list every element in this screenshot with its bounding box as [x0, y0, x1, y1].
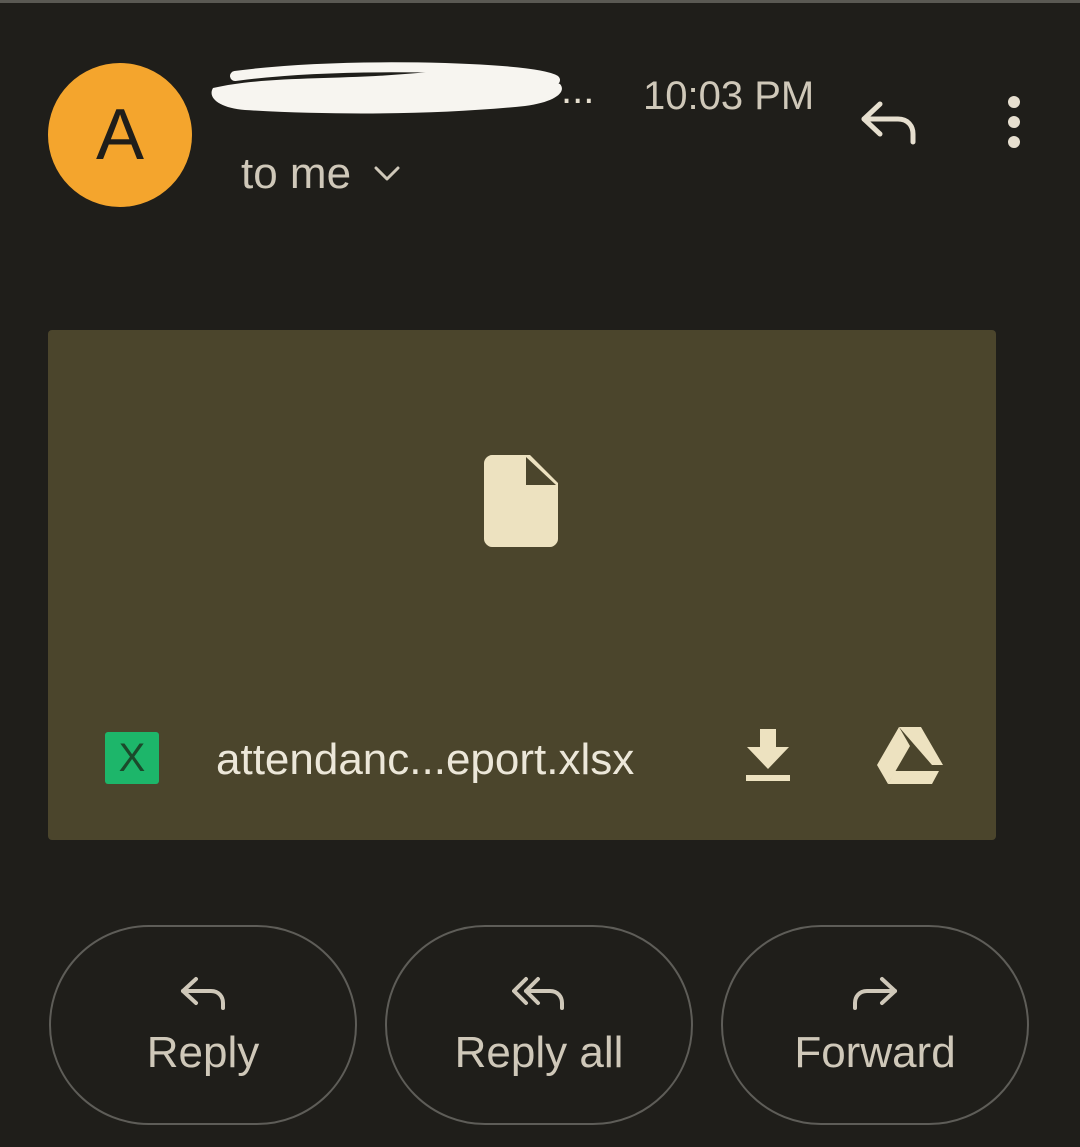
reply-all-label: Reply all: [454, 1028, 624, 1077]
more-options-button[interactable]: [990, 95, 1038, 153]
reply-icon: [179, 971, 227, 1015]
reply-label: Reply: [146, 1028, 260, 1077]
sender-avatar[interactable]: A: [48, 63, 192, 207]
more-vert-icon: [1004, 95, 1024, 153]
forward-button[interactable]: Forward: [721, 925, 1029, 1125]
google-drive-icon: [877, 726, 943, 790]
attachment-card[interactable]: X attendanc...eport.xlsx: [48, 330, 996, 840]
reply-all-button[interactable]: Reply all: [385, 925, 693, 1125]
reply-button[interactable]: Reply: [49, 925, 357, 1125]
forward-icon: [851, 971, 899, 1015]
sender-ellipsis: ...: [561, 68, 595, 112]
reply-all-icon: [512, 971, 566, 1015]
redaction-mark: [211, 62, 562, 114]
attachment-file-name: attendanc...eport.xlsx: [216, 735, 635, 784]
recipient-label: to me: [241, 149, 352, 198]
avatar-letter: A: [95, 95, 145, 175]
sender-name[interactable]: ...: [205, 62, 605, 120]
recipient-details-toggle[interactable]: to me: [241, 148, 401, 200]
reply-arrow-icon: [858, 98, 918, 151]
email-timestamp: 10:03 PM: [643, 74, 815, 118]
save-to-drive-button[interactable]: [874, 726, 946, 790]
download-icon: [745, 728, 791, 788]
spreadsheet-file-icon: X: [105, 732, 159, 784]
header-reply-button[interactable]: [856, 96, 920, 152]
chevron-down-icon: [373, 165, 401, 183]
file-icon: [484, 455, 558, 552]
top-divider: [0, 0, 1080, 3]
file-type-letter: X: [118, 736, 146, 780]
download-button[interactable]: [740, 726, 796, 790]
forward-label: Forward: [794, 1028, 956, 1077]
